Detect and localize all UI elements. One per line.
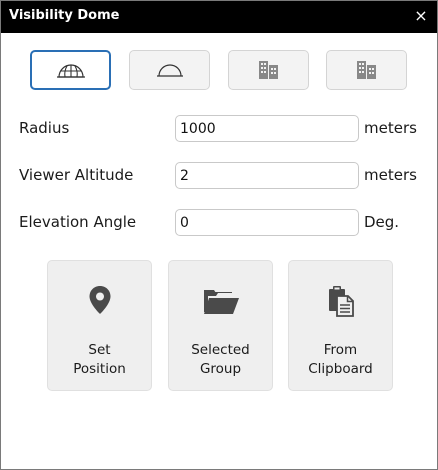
mode-button-buildings[interactable] (228, 50, 309, 90)
selected-group-label: Selected Group (191, 342, 250, 377)
from-clipboard-button[interactable]: From Clipboard (288, 260, 393, 391)
dome-icon (156, 64, 183, 77)
mode-button-dome[interactable] (129, 50, 210, 90)
mode-button-buildings-alt[interactable] (326, 50, 407, 90)
folder-icon (203, 290, 239, 314)
window-title: Visibility Dome (9, 8, 120, 23)
buildings-icon (258, 61, 278, 79)
mode-button-globe[interactable] (30, 50, 111, 90)
from-clipboard-label: From Clipboard (308, 342, 373, 377)
selected-group-button[interactable]: Selected Group (168, 260, 273, 391)
set-position-label: Set Position (73, 342, 126, 377)
elevation-angle-input[interactable] (175, 209, 359, 236)
globe-grid-icon (56, 64, 85, 78)
elevation-angle-label: Elevation Angle (19, 213, 137, 231)
set-position-button[interactable]: Set Position (47, 260, 152, 391)
visibility-dome-window: Visibility Dome × Radius 1000 meters Vie… (0, 0, 438, 470)
viewer-altitude-label: Viewer Altitude (19, 166, 134, 184)
title-bar: Visibility Dome × (1, 1, 437, 33)
radius-input[interactable] (175, 115, 359, 142)
viewer-altitude-input[interactable] (175, 162, 359, 189)
viewer-altitude-unit: meters (364, 166, 417, 184)
close-icon[interactable]: × (411, 6, 431, 26)
clipboard-icon (328, 286, 354, 317)
map-pin-icon (89, 286, 110, 314)
elevation-angle-unit: Deg. (364, 213, 400, 231)
radius-label: Radius (19, 119, 70, 137)
radius-unit: meters (364, 119, 417, 137)
buildings-alt-icon (356, 61, 376, 79)
